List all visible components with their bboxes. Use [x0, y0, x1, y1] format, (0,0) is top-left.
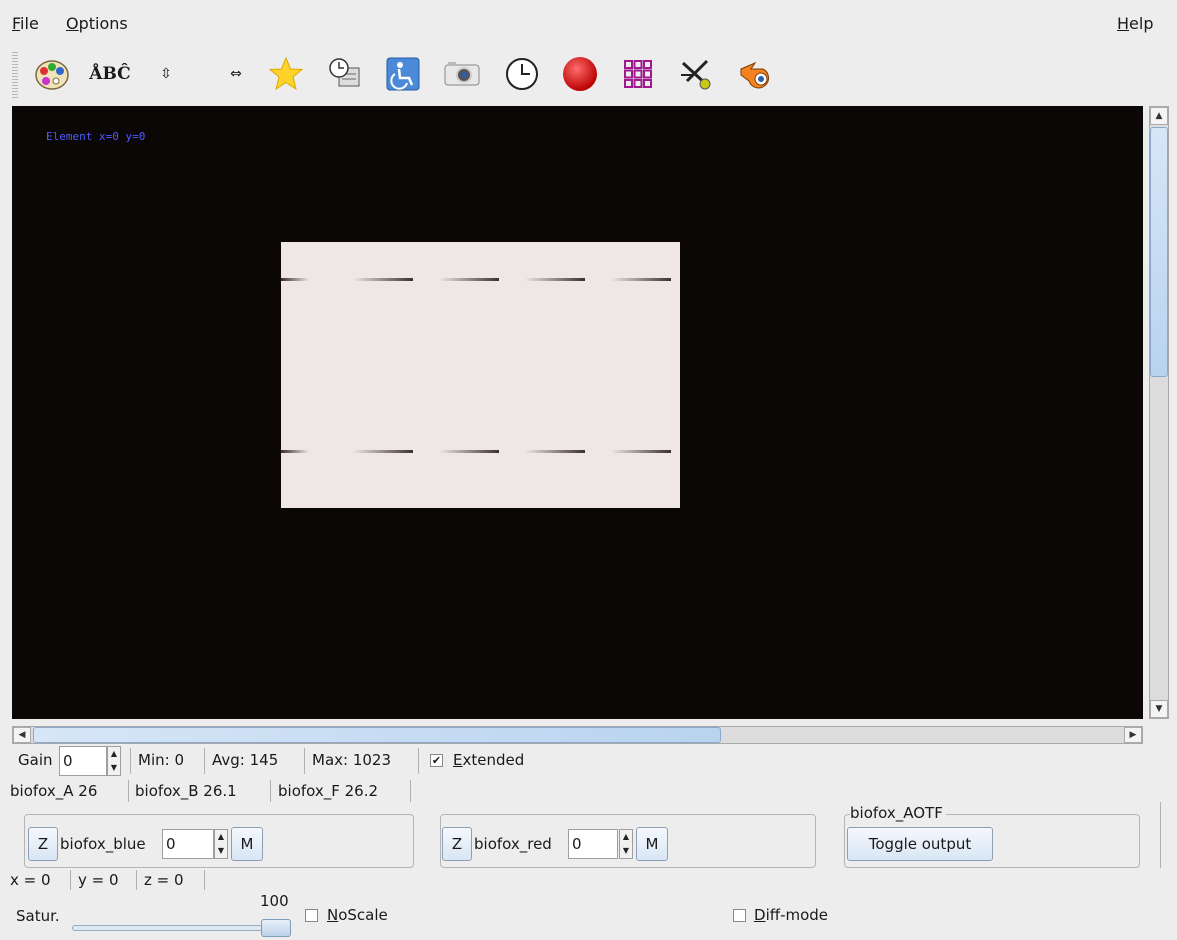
- max-readout: Max: 1023: [312, 751, 392, 769]
- separator: [204, 748, 205, 774]
- menu-file[interactable]: File: [12, 14, 39, 33]
- frame-edge-bottom: [525, 450, 585, 453]
- noscale-label[interactable]: NoScale: [327, 906, 388, 924]
- diff-mode-label[interactable]: Diff-mode: [754, 906, 828, 924]
- biofox-red-input[interactable]: 0: [568, 829, 618, 859]
- toolbar: ÅBĈ ⇳ ⇔: [12, 50, 1172, 100]
- avg-readout: Avg: 145: [212, 751, 279, 769]
- min-readout: Min: 0: [138, 751, 184, 769]
- menu-options[interactable]: Options: [66, 14, 128, 33]
- image-frame: [281, 242, 680, 508]
- separator: [270, 780, 271, 802]
- horizontal-arrows-icon[interactable]: ⇔: [216, 54, 256, 94]
- gain-spinner-arrows-icon[interactable]: ▲ ▼: [107, 746, 121, 776]
- separator: [130, 748, 131, 774]
- biofox-aotf-title: biofox_AOTF: [850, 804, 946, 822]
- scroll-up-arrow-icon[interactable]: ▲: [1150, 107, 1168, 125]
- saturation-slider-handle[interactable]: [261, 919, 291, 937]
- separator: [418, 748, 419, 774]
- compass-icon[interactable]: [676, 54, 716, 94]
- palette-icon[interactable]: [32, 54, 72, 94]
- separator: [304, 748, 305, 774]
- red-spinner-arrows-icon[interactable]: ▲ ▼: [619, 829, 633, 859]
- red-zero-button[interactable]: Z: [442, 827, 472, 861]
- blender-icon[interactable]: [736, 54, 776, 94]
- camera-icon[interactable]: [442, 54, 482, 94]
- y-readout: y = 0: [78, 871, 119, 889]
- gain-input[interactable]: 0: [59, 746, 107, 776]
- blue-zero-button[interactable]: Z: [28, 827, 58, 861]
- vertical-scrollbar[interactable]: ▲ ▼: [1149, 106, 1169, 719]
- x-readout: x = 0: [10, 871, 51, 889]
- frame-edge-top: [439, 278, 499, 281]
- frame-edge-top: [525, 278, 585, 281]
- clock-icon[interactable]: [502, 54, 542, 94]
- separator: [128, 780, 129, 802]
- element-coordinate-readout: Element x=0 y=0: [46, 130, 146, 143]
- z-readout: z = 0: [144, 871, 184, 889]
- noscale-label-tail: oScale: [338, 906, 388, 924]
- diff-mode-label-tail: iff-mode: [765, 906, 829, 924]
- menu-help[interactable]: Help: [1117, 14, 1153, 33]
- gain-label: Gain: [18, 751, 53, 769]
- saturation-slider-track[interactable]: [72, 925, 286, 931]
- frame-edge-bottom: [611, 450, 671, 453]
- accessibility-icon[interactable]: [383, 54, 423, 94]
- record-icon[interactable]: [560, 54, 600, 94]
- frame-edge-top: [611, 278, 671, 281]
- clock-settings-icon[interactable]: [325, 54, 365, 94]
- grid-icon[interactable]: [618, 54, 658, 94]
- separator: [136, 870, 137, 890]
- saturation-label: Satur.: [16, 907, 60, 925]
- diff-mode-checkbox[interactable]: [733, 909, 746, 922]
- blue-m-button[interactable]: M: [231, 827, 263, 861]
- horizontal-scrollbar[interactable]: ◀ ▶: [12, 726, 1143, 744]
- toggle-output-button[interactable]: Toggle output: [847, 827, 993, 861]
- version-biofox-a: biofox_A 26: [10, 782, 98, 800]
- scroll-right-arrow-icon[interactable]: ▶: [1124, 727, 1142, 743]
- spellcheck-text: ÅBĈ: [89, 64, 131, 84]
- toolbar-grip[interactable]: [12, 52, 18, 98]
- separator: [204, 870, 205, 890]
- separator: [1160, 802, 1161, 868]
- frame-edge-top: [353, 278, 413, 281]
- horizontal-scroll-thumb[interactable]: [33, 727, 721, 743]
- separator: [410, 780, 411, 802]
- version-biofox-f: biofox_F 26.2: [278, 782, 379, 800]
- biofox-red-label: biofox_red: [474, 835, 552, 853]
- scroll-left-arrow-icon[interactable]: ◀: [13, 727, 31, 743]
- saturation-value: 100: [260, 892, 289, 910]
- frame-edge-bottom: [281, 450, 309, 453]
- image-viewport[interactable]: Element x=0 y=0: [12, 106, 1143, 719]
- menubar: File Options Help: [0, 0, 1177, 46]
- version-biofox-b: biofox_B 26.1: [135, 782, 237, 800]
- blue-spinner-arrows-icon[interactable]: ▲ ▼: [214, 829, 228, 859]
- red-m-button[interactable]: M: [636, 827, 668, 861]
- frame-edge-top: [281, 278, 309, 281]
- vertical-arrows-icon[interactable]: ⇳: [146, 54, 186, 94]
- frame-edge-bottom: [439, 450, 499, 453]
- separator: [70, 870, 71, 890]
- star-icon[interactable]: [266, 54, 306, 94]
- biofox-blue-input[interactable]: 0: [162, 829, 214, 859]
- menu-file-rest: ile: [20, 14, 39, 33]
- vertical-scroll-thumb[interactable]: [1150, 127, 1168, 377]
- scroll-down-arrow-icon[interactable]: ▼: [1150, 700, 1168, 718]
- spellcheck-icon[interactable]: ÅBĈ: [89, 54, 131, 94]
- noscale-checkbox[interactable]: [305, 909, 318, 922]
- extended-label[interactable]: Extended: [453, 751, 524, 769]
- extended-checkbox[interactable]: ✔: [430, 754, 443, 767]
- frame-edge-bottom: [353, 450, 413, 453]
- extended-label-tail: xtended: [462, 751, 525, 769]
- biofox-blue-label: biofox_blue: [60, 835, 146, 853]
